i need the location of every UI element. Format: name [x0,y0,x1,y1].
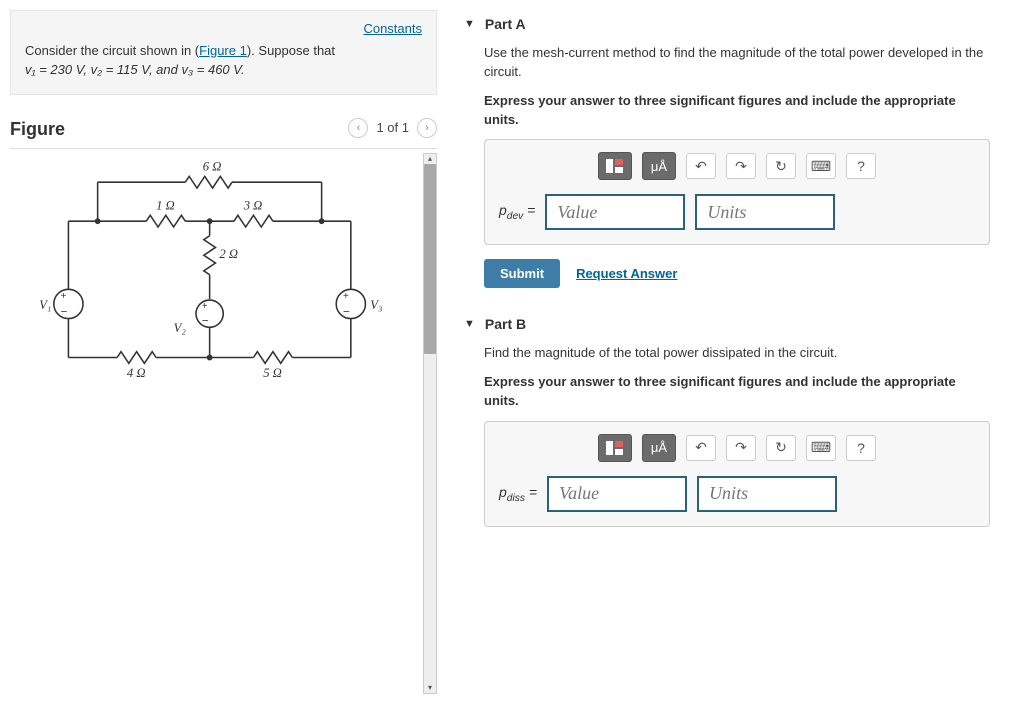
units-icon[interactable]: μÅ [642,434,676,462]
figure-counter: 1 of 1 [376,120,409,135]
answer-toolbar-b: μÅ ↶ ↷ ↻ ⌨ ? [499,434,975,462]
svg-text:V₃: V₃ [370,297,382,311]
part-b-header[interactable]: ▼ Part B [460,310,994,338]
answer-toolbar-a: μÅ ↶ ↷ ↻ ⌨ ? [499,152,975,180]
keyboard-icon[interactable]: ⌨ [806,435,836,461]
svg-text:6 Ω: 6 Ω [203,159,222,173]
svg-text:1 Ω: 1 Ω [156,198,175,212]
svg-text:+: + [343,291,349,302]
request-answer-link[interactable]: Request Answer [576,266,677,281]
keyboard-icon[interactable]: ⌨ [806,153,836,179]
right-pane: ▼ Part A Use the mesh-current method to … [445,0,1024,704]
part-a-body: Use the mesh-current method to find the … [460,38,994,302]
help-icon[interactable]: ? [846,153,876,179]
svg-text:2 Ω: 2 Ω [219,247,238,261]
redo-icon[interactable]: ↷ [726,435,756,461]
pdiss-units-input[interactable] [697,476,837,512]
help-icon[interactable]: ? [846,435,876,461]
figure-area: + − + − + − [10,153,437,694]
svg-text:−: − [61,305,68,318]
part-b-answer-box: μÅ ↶ ↷ ↻ ⌨ ? pdiss = [484,421,990,527]
figure-link[interactable]: Figure 1 [199,43,247,58]
part-a-submit-row: Submit Request Answer [484,259,990,288]
figure-scrollbar[interactable]: ▴ ▾ [423,153,437,694]
svg-text:−: − [343,305,350,318]
part-a-answer-box: μÅ ↶ ↷ ↻ ⌨ ? pdev = [484,139,990,245]
scroll-up-icon[interactable]: ▴ [424,154,436,164]
constants-link[interactable]: Constants [25,21,422,36]
svg-text:+: + [202,300,208,311]
part-a-header[interactable]: ▼ Part A [460,10,994,38]
caret-down-icon: ▼ [464,318,475,330]
svg-text:V₁: V₁ [39,297,51,311]
part-a-input-row: pdev = [499,194,975,230]
pdev-value-input[interactable] [545,194,685,230]
circuit-svg: + − + − + − [10,153,419,406]
caret-down-icon: ▼ [464,18,475,30]
scroll-thumb[interactable] [424,164,436,354]
part-a-express: Express your answer to three significant… [484,92,990,130]
units-icon[interactable]: μÅ [642,152,676,180]
part-b-instruction: Find the magnitude of the total power di… [484,344,990,363]
reset-icon[interactable]: ↻ [766,153,796,179]
part-a-title: Part A [485,16,526,32]
undo-icon[interactable]: ↶ [686,435,716,461]
reset-icon[interactable]: ↻ [766,435,796,461]
svg-text:V₂: V₂ [174,321,187,335]
figure-nav: ‹ 1 of 1 › [10,118,437,138]
pdev-label: pdev = [499,202,535,222]
templates-icon[interactable] [598,434,632,462]
redo-icon[interactable]: ↷ [726,153,756,179]
part-b-input-row: pdiss = [499,476,975,512]
problem-text: Consider the circuit shown in (Figure 1)… [25,42,422,80]
part-b-body: Find the magnitude of the total power di… [460,338,994,541]
svg-text:5 Ω: 5 Ω [263,366,282,380]
circuit-diagram: + − + − + − [10,153,419,694]
left-pane: Constants Consider the circuit shown in … [0,0,445,704]
templates-icon[interactable] [598,152,632,180]
pdiss-label: pdiss = [499,484,537,504]
problem-statement-box: Constants Consider the circuit shown in … [10,10,437,95]
svg-text:3 Ω: 3 Ω [243,198,263,212]
svg-text:4 Ω: 4 Ω [127,366,146,380]
pdiss-value-input[interactable] [547,476,687,512]
submit-button[interactable]: Submit [484,259,560,288]
scroll-down-icon[interactable]: ▾ [424,683,436,693]
part-a-instruction: Use the mesh-current method to find the … [484,44,990,82]
undo-icon[interactable]: ↶ [686,153,716,179]
part-b-title: Part B [485,316,526,332]
pdev-units-input[interactable] [695,194,835,230]
part-b-express: Express your answer to three significant… [484,373,990,411]
svg-text:+: + [61,291,67,302]
svg-text:−: − [202,314,209,327]
figure-next-button[interactable]: › [417,118,437,138]
figure-prev-button[interactable]: ‹ [348,118,368,138]
